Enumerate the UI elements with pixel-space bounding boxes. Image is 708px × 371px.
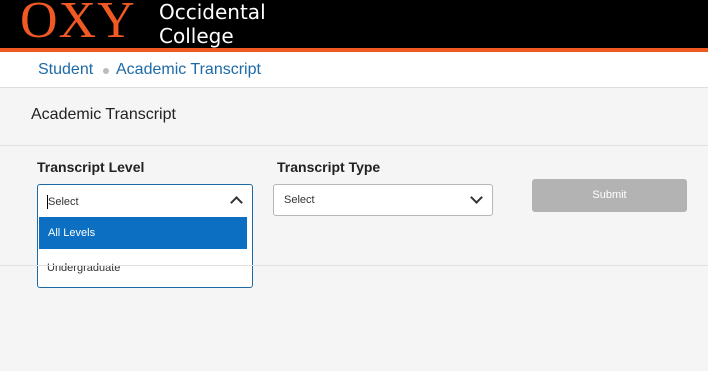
breadcrumb-separator-icon [103,68,109,74]
transcript-level-label: Transcript Level [37,159,145,175]
college-name: Occidental College [159,0,266,48]
college-name-line2: College [159,24,234,48]
college-name-line1: Occidental [159,0,266,24]
transcript-type-value: Select [284,194,315,206]
option-all-levels-label: All Levels [48,227,96,239]
submit-button[interactable]: Submit [532,179,687,212]
option-undergraduate[interactable]: Undergraduate [47,262,120,274]
top-header-bar: OXY Occidental College [0,0,708,49]
oxy-logo[interactable]: OXY [20,0,136,49]
transcript-type-label: Transcript Type [277,159,381,175]
page-title: Academic Transcript [31,106,176,123]
breadcrumb-student-link[interactable]: Student [38,60,93,80]
chevron-up-icon[interactable] [230,196,243,209]
breadcrumb-academic-transcript-link[interactable]: Academic Transcript [116,60,261,80]
form-bottom-divider [0,265,708,266]
transcript-level-value: Select [48,196,79,208]
transcript-type-select[interactable]: Select [273,184,493,216]
section-divider [0,145,708,146]
option-all-levels[interactable]: All Levels [39,217,247,249]
chevron-down-icon[interactable] [470,191,483,204]
transcript-level-select[interactable]: Select All Levels Undergraduate [37,184,253,288]
